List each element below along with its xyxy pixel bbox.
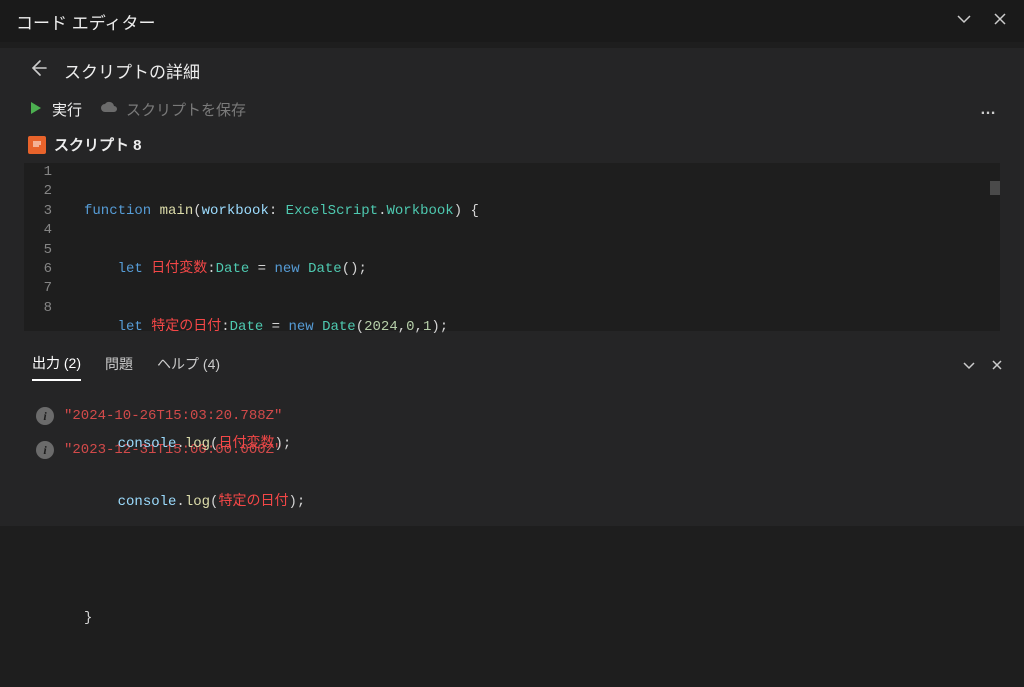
run-button-label: 実行	[52, 99, 82, 120]
code-line[interactable]: console.log(特定の日付);	[64, 493, 1000, 512]
panel-header: スクリプトの詳細	[0, 48, 1024, 93]
back-arrow-icon[interactable]	[28, 58, 48, 83]
line-number: 4	[32, 221, 52, 240]
script-name-row: スクリプト 8	[0, 130, 1024, 163]
code-line[interactable]	[64, 376, 1000, 395]
window-title: コード エディター	[16, 9, 156, 34]
info-icon: i	[36, 407, 54, 425]
save-button-label: スクリプトを保存	[126, 99, 246, 120]
code-line[interactable]	[64, 551, 1000, 570]
panel-title: スクリプトの詳細	[64, 58, 200, 83]
toolbar: 実行 スクリプトを保存 …	[0, 93, 1024, 130]
line-number: 5	[32, 241, 52, 260]
main-panel: スクリプトの詳細 実行 スクリプトを保存 … スクリプト 8 1 2 3 4	[0, 48, 1024, 526]
line-number: 2	[32, 182, 52, 201]
line-number: 6	[32, 260, 52, 279]
minimize-icon[interactable]	[956, 11, 972, 32]
code-line[interactable]: let 特定の日付:Date = new Date(2024,0,1);	[64, 318, 1000, 337]
code-line[interactable]: }	[64, 609, 1000, 628]
code-line[interactable]: console.log(日付変数);	[64, 435, 1000, 454]
code-line[interactable]: function main(workbook: ExcelScript.Work…	[64, 202, 1000, 221]
code-editor[interactable]: 1 2 3 4 5 6 7 8 function main(workbook: …	[24, 163, 1000, 331]
script-name: スクリプト 8	[54, 134, 142, 155]
scrollbar-thumb[interactable]	[990, 181, 1000, 195]
line-number: 7	[32, 279, 52, 298]
line-number: 8	[32, 299, 52, 318]
code-line[interactable]: let 日付変数:Date = new Date();	[64, 260, 1000, 279]
window-controls	[956, 11, 1008, 32]
line-number: 1	[32, 163, 52, 182]
title-bar: コード エディター	[0, 0, 1024, 42]
cloud-icon	[100, 101, 118, 119]
code-area[interactable]: function main(workbook: ExcelScript.Work…	[64, 163, 1000, 331]
line-gutter: 1 2 3 4 5 6 7 8	[24, 163, 64, 331]
script-file-icon	[28, 136, 46, 154]
play-icon	[28, 100, 44, 120]
save-button: スクリプトを保存	[100, 99, 246, 120]
close-icon[interactable]	[992, 11, 1008, 32]
run-button[interactable]: 実行	[28, 99, 82, 120]
more-menu-button[interactable]: …	[980, 101, 1004, 119]
info-icon: i	[36, 441, 54, 459]
line-number: 3	[32, 202, 52, 221]
